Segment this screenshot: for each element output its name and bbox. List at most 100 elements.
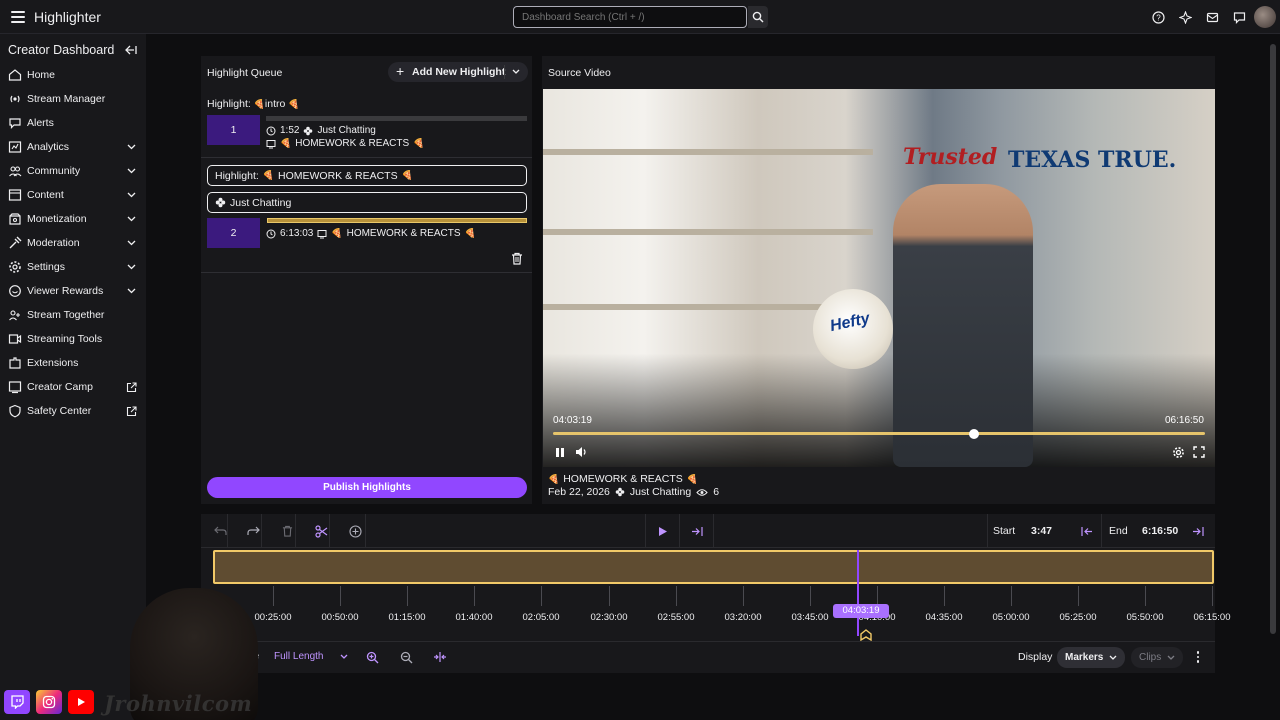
sidebar-item-stream-together[interactable]: Stream Together bbox=[0, 304, 146, 326]
inbox-icon[interactable] bbox=[1204, 9, 1220, 25]
sidebar-item-analytics[interactable]: Analytics bbox=[0, 136, 146, 158]
highlight-title-input[interactable]: Highlight: 🍕 HOMEWORK & REACTS 🍕 bbox=[207, 165, 527, 186]
category-icon bbox=[304, 126, 313, 135]
sidebar-item-streaming-tools[interactable]: Streaming Tools bbox=[0, 328, 146, 350]
timeline-tick-label: 04:35:00 bbox=[925, 612, 963, 623]
video-player[interactable]: Trusted TEXAS TRUE. Hefty 04:03:19 06:16… bbox=[543, 89, 1215, 467]
timeline-tick bbox=[407, 586, 408, 606]
sidebar-item-viewer-rewards[interactable]: Viewer Rewards bbox=[0, 280, 146, 302]
chevron-down-icon[interactable] bbox=[125, 261, 137, 273]
shelf bbox=[543, 229, 873, 235]
chevron-down-icon[interactable] bbox=[125, 141, 137, 153]
jump-to-end-icon[interactable] bbox=[689, 523, 705, 539]
community-icon bbox=[8, 164, 22, 178]
chevron-down-icon[interactable] bbox=[125, 189, 137, 201]
toolbar-divider bbox=[1101, 514, 1102, 548]
timeline-tick bbox=[1011, 586, 1012, 606]
delete-icon[interactable] bbox=[279, 523, 295, 539]
seek-bar[interactable] bbox=[553, 432, 1205, 435]
publish-highlights-button[interactable]: Publish Highlights bbox=[207, 477, 527, 498]
pizza-icon: 🍕 bbox=[262, 170, 274, 180]
highlight-stream-title: HOMEWORK & REACTS bbox=[346, 228, 461, 239]
sidebar-item-label: Home bbox=[27, 69, 56, 81]
monetization-icon bbox=[8, 212, 22, 226]
markers-toggle[interactable]: Markers bbox=[1057, 647, 1126, 668]
sidebar-item-label: Settings bbox=[27, 261, 65, 273]
chevron-down-icon[interactable] bbox=[125, 165, 137, 177]
highlight-thumbnail[interactable]: 1 bbox=[207, 115, 260, 145]
chevron-down-icon[interactable] bbox=[125, 237, 137, 249]
more-options-icon[interactable] bbox=[1193, 650, 1203, 664]
chevron-down-icon[interactable] bbox=[340, 651, 350, 663]
highlight-category: Just Chatting bbox=[317, 125, 376, 136]
shelf bbox=[543, 149, 873, 155]
zoom-in-icon[interactable] bbox=[365, 650, 379, 664]
range-select[interactable]: Full Length bbox=[274, 651, 323, 662]
chevron-down-icon[interactable] bbox=[125, 213, 137, 225]
collapse-sidebar-icon[interactable] bbox=[124, 43, 138, 57]
chevron-down-icon[interactable] bbox=[508, 65, 524, 79]
highlight-category-select[interactable]: Just Chatting bbox=[207, 192, 527, 213]
search-icon bbox=[752, 11, 764, 23]
chevron-down-icon[interactable] bbox=[125, 285, 137, 297]
help-icon[interactable]: ? bbox=[1150, 9, 1166, 25]
sidebar-item-community[interactable]: Community bbox=[0, 160, 146, 182]
pizza-icon: 🍕 bbox=[253, 99, 265, 109]
set-start-icon[interactable] bbox=[1078, 523, 1094, 539]
video-category[interactable]: Just Chatting bbox=[630, 486, 691, 498]
zoom-out-icon[interactable] bbox=[399, 650, 413, 664]
app-title: Highlighter bbox=[34, 9, 101, 25]
highlight-title-row[interactable]: Highlight: 🍕intro 🍕 bbox=[207, 98, 300, 110]
timeline-bottom-bar: ge Full Length Display Markers Clips bbox=[201, 641, 1215, 673]
undo-icon[interactable] bbox=[212, 523, 228, 539]
sidebar-item-content[interactable]: Content bbox=[0, 184, 146, 206]
highlight-clip-track[interactable] bbox=[213, 550, 1214, 584]
pizza-icon: 🍕 bbox=[413, 138, 425, 148]
fullscreen-icon[interactable] bbox=[1192, 445, 1206, 459]
set-end-icon[interactable] bbox=[1190, 523, 1206, 539]
playhead[interactable] bbox=[857, 550, 859, 636]
redo-icon[interactable] bbox=[245, 523, 261, 539]
timeline-tick bbox=[676, 586, 677, 606]
sidebar-item-alerts[interactable]: Alerts bbox=[0, 112, 146, 134]
sidebar-item-extensions[interactable]: Extensions bbox=[0, 352, 146, 374]
clips-toggle[interactable]: Clips bbox=[1131, 647, 1184, 668]
add-circle-icon[interactable] bbox=[347, 523, 363, 539]
end-value[interactable]: 6:16:50 bbox=[1142, 525, 1178, 537]
highlight-thumbnail[interactable]: 2 bbox=[207, 218, 260, 248]
search-input[interactable] bbox=[513, 6, 747, 28]
search-button[interactable] bbox=[748, 6, 768, 28]
sidebar-item-moderation[interactable]: Moderation bbox=[0, 232, 146, 254]
start-value[interactable]: 3:47 bbox=[1031, 525, 1052, 537]
chat-icon[interactable] bbox=[1231, 9, 1247, 25]
highlight-category: Just Chatting bbox=[230, 197, 292, 209]
add-new-highlight-button[interactable]: + Add New Highlight bbox=[388, 62, 528, 82]
timeline-editor: Start 3:47 End 6:16:50 00:25:00 00:50:00 0… bbox=[201, 514, 1230, 673]
settings-gear-icon[interactable] bbox=[1171, 445, 1185, 459]
shelf bbox=[543, 304, 843, 310]
sidebar-item-stream-manager[interactable]: Stream Manager bbox=[0, 88, 146, 110]
seek-handle[interactable] bbox=[969, 429, 979, 439]
pause-icon[interactable] bbox=[553, 445, 567, 459]
streaming-tools-icon bbox=[8, 332, 22, 346]
sparkle-icon[interactable] bbox=[1177, 9, 1193, 25]
timeline-tick bbox=[340, 586, 341, 606]
page-scrollbar[interactable] bbox=[1270, 44, 1276, 634]
sidebar-item-home[interactable]: Home bbox=[0, 64, 146, 86]
trash-icon[interactable] bbox=[511, 252, 524, 265]
sidebar-item-creator-camp[interactable]: Creator Camp bbox=[0, 376, 146, 398]
menu-icon[interactable] bbox=[8, 7, 28, 27]
marker-icon[interactable] bbox=[860, 629, 872, 642]
scissors-icon[interactable] bbox=[313, 523, 329, 539]
user-avatar[interactable] bbox=[1254, 6, 1276, 28]
safety-center-icon bbox=[8, 404, 22, 418]
clock-icon bbox=[266, 126, 276, 135]
sidebar-item-settings[interactable]: Settings bbox=[0, 256, 146, 278]
volume-icon[interactable] bbox=[574, 445, 588, 459]
sidebar-item-monetization[interactable]: Monetization bbox=[0, 208, 146, 230]
sidebar-item-safety-center[interactable]: Safety Center bbox=[0, 400, 146, 422]
play-icon[interactable] bbox=[655, 523, 671, 539]
highlight-meta: 6:13:03 🍕 HOMEWORK & REACTS 🍕 bbox=[266, 228, 476, 239]
timeline-tick bbox=[273, 586, 274, 606]
fit-timeline-icon[interactable] bbox=[433, 650, 447, 664]
